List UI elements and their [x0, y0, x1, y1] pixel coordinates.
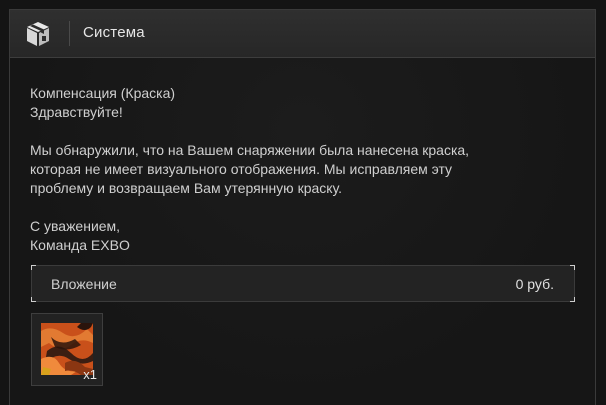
message-signature: Команда EXBO [30, 237, 130, 253]
item-count: x1 [83, 367, 97, 382]
message-text: Компенсация (Краска) Здравствуйте! Мы об… [30, 84, 570, 255]
header-divider [69, 21, 70, 46]
attachment-label: Вложение [51, 276, 117, 292]
box-icon [27, 22, 49, 46]
mail-window: Система Компенсация (Краска) Здравствуйт… [9, 9, 596, 405]
message-body-line: проблему и возвращаем Вам утерянную крас… [30, 180, 343, 196]
message-subject: Компенсация (Краска) [30, 85, 176, 101]
message-body-line: Мы обнаружили, что на Вашем снаряжении б… [30, 142, 470, 158]
mail-header: Система [10, 10, 595, 58]
message-body-line: которая не имеет визуального отображения… [30, 161, 453, 177]
attachment-item-slot[interactable]: x1 [31, 313, 103, 386]
message-greeting: Здравствуйте! [30, 104, 123, 120]
mail-body: Компенсация (Краска) Здравствуйте! Мы об… [10, 58, 595, 405]
header-title: Система [83, 24, 145, 41]
message-signoff: С уважением, [30, 218, 121, 234]
attachment-price: 0 руб. [515, 276, 554, 292]
attachment-bar: Вложение 0 руб. [31, 265, 575, 302]
